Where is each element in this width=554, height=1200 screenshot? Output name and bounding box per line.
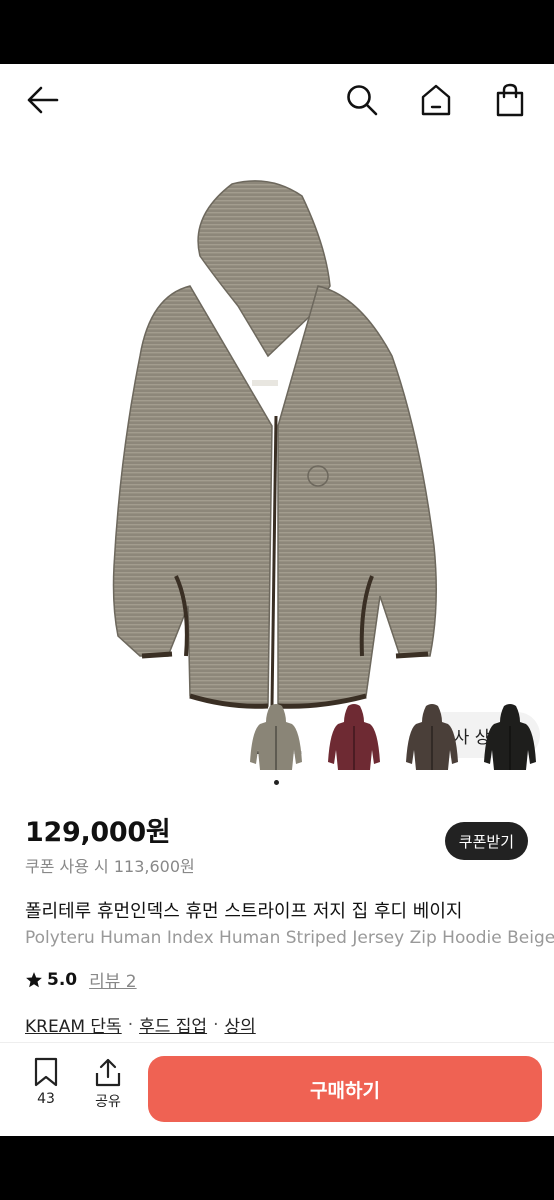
buy-button[interactable]: 구매하기 <box>148 1056 542 1122</box>
product-screen: 유사 상품 129,000원 쿠폰 사용 시 113,600원 쿠폰받기 폴리테… <box>0 64 554 1136</box>
home-button[interactable] <box>418 82 454 118</box>
hoodie-thumbnail-image <box>250 704 302 770</box>
share-button[interactable]: 공유 <box>86 1057 130 1111</box>
top-nav <box>0 64 554 136</box>
color-thumbnail[interactable] <box>476 700 544 776</box>
star-icon <box>26 971 42 987</box>
back-button[interactable] <box>24 82 60 118</box>
review-link[interactable]: 리뷰 2 <box>89 967 137 992</box>
rating-score: 5.0 <box>47 969 78 990</box>
rating-row: 5.0 리뷰 2 <box>25 967 137 992</box>
category-links: KREAM 단독 · 후드 집업 · 상의 <box>25 1012 256 1038</box>
category-link-kream-exclusive[interactable]: KREAM 단독 <box>25 1012 122 1037</box>
category-separator: · <box>127 1014 134 1035</box>
product-image[interactable]: 유사 상품 <box>0 136 554 758</box>
cart-button[interactable] <box>492 82 528 118</box>
selected-thumbnail-dot <box>274 780 279 785</box>
bookmark-count: 43 <box>37 1091 55 1107</box>
hoodie-thumbnail-image <box>406 704 458 770</box>
search-button[interactable] <box>344 82 380 118</box>
bottom-action-bar: 43 공유 구매하기 <box>0 1042 554 1136</box>
search-icon <box>347 85 378 116</box>
hoodie-image <box>112 180 437 709</box>
product-title-ko: 폴리테루 휴먼인덱스 휴먼 스트라이프 저지 집 후디 베이지 <box>25 901 463 922</box>
color-thumbnails <box>242 700 544 785</box>
product-title-en: Polyteru Human Index Human Striped Jerse… <box>25 928 554 948</box>
share-icon <box>95 1058 121 1087</box>
hoodie-thumbnail-image <box>328 704 380 770</box>
color-thumbnail[interactable] <box>242 700 310 785</box>
category-link-hood-zipup[interactable]: 후드 집업 <box>139 1012 207 1037</box>
home-icon <box>421 84 451 116</box>
shopping-bag-icon <box>496 83 524 117</box>
get-coupon-button[interactable]: 쿠폰받기 <box>444 822 528 860</box>
category-separator: · <box>213 1014 219 1035</box>
share-label: 공유 <box>95 1094 121 1110</box>
bookmark-icon <box>34 1057 58 1087</box>
arrow-left-icon <box>27 86 59 114</box>
product-price: 129,000원 <box>25 817 171 848</box>
coupon-price-text: 쿠폰 사용 시 113,600원 <box>25 857 195 876</box>
category-link-tops[interactable]: 상의 <box>224 1012 255 1037</box>
color-thumbnail[interactable] <box>398 700 466 776</box>
color-thumbnail[interactable] <box>320 700 388 776</box>
hoodie-thumbnail-image <box>484 704 536 770</box>
bookmark-button[interactable]: 43 <box>24 1057 68 1107</box>
